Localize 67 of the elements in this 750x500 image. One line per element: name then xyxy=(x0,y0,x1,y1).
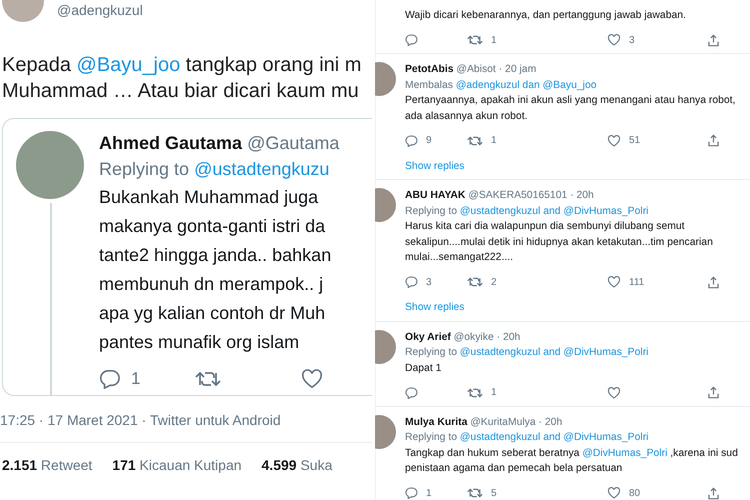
retweet-icon[interactable] xyxy=(467,487,483,500)
like-icon[interactable] xyxy=(607,276,621,288)
reply-text: Pertanyaannya, apakah ini akun asli yang menangani atau hanya robot, xyxy=(405,94,736,108)
retweet-count: 2 xyxy=(491,276,497,290)
retweet-icon[interactable] xyxy=(467,34,483,46)
reply-text: ada alasannya akun robot. xyxy=(405,110,528,124)
like-icon[interactable] xyxy=(607,487,621,500)
quoted-tweet-text: Bukankah Muhammad juga xyxy=(99,186,320,209)
like-icon[interactable] xyxy=(607,34,621,46)
replying-to-text: Replying to @ustadtengkuzu xyxy=(99,158,330,181)
share-icon[interactable] xyxy=(707,134,720,148)
retweet-icon[interactable] xyxy=(467,386,483,399)
replying-to-text: Replying to @ustadtengkuzul and @DivHumas_Polri xyxy=(405,204,650,218)
reply-text: Harus kita cari dia walapunpun dia sembunyi dilubang semut xyxy=(405,220,686,234)
reply-author: Mulya Kurita @KuritaMulya · 20h xyxy=(405,416,564,430)
like-icon[interactable] xyxy=(607,386,621,399)
like-icon[interactable] xyxy=(607,134,621,147)
retweet-count: 1 xyxy=(491,34,497,48)
tweet-stat[interactable]: 4.599 Suka xyxy=(262,457,332,473)
reply-icon[interactable] xyxy=(405,386,418,399)
reply-icon[interactable] xyxy=(405,134,418,147)
reply-count: 3 xyxy=(426,276,432,290)
like-count: 3 xyxy=(629,34,635,48)
reply-author: Oky Arief @okyike · 20h xyxy=(405,330,522,344)
user-handle: @adengkuzul xyxy=(57,2,143,18)
replying-to-text: Membalas @adengkuzul dan @Bayu_joo xyxy=(405,78,598,92)
reply-text: penistaan agama dan pemecah bela persatuan xyxy=(405,462,624,476)
tweet-stat[interactable]: 171 Kicauan Kutipan xyxy=(112,457,242,473)
reply-text: sekalipun....mulai detik ini hidupnya akan ketakutan...tim pencarian xyxy=(405,236,714,250)
quoted-tweet-text: tante2 hingga janda.. bahkan xyxy=(99,244,332,267)
quoted-tweet-text: membunuh dn merampok.. j xyxy=(99,273,324,296)
share-icon[interactable] xyxy=(707,486,720,500)
like-count: 111 xyxy=(629,276,644,290)
reply-icon[interactable] xyxy=(99,369,121,389)
reply-text: mulai...semangat222.... xyxy=(405,251,514,265)
replying-to-text: Replying to @ustadtengkuzul and @DivHumas_Polri xyxy=(405,346,650,360)
reply-author: PetotAbis @Abisot · 20 jam xyxy=(405,63,538,77)
retweet-count: 1 xyxy=(491,386,497,400)
reply-icon[interactable] xyxy=(405,34,418,46)
reply-icon[interactable] xyxy=(405,487,418,500)
quoted-author: Ahmed Gautama @Gautama xyxy=(99,132,340,155)
quoted-tweet-text: apa yg kalian contoh dr Muh xyxy=(99,302,326,325)
reply-count: 1 xyxy=(426,486,432,500)
reply-icon[interactable] xyxy=(405,276,418,288)
tweet-text: Kepada @Bayu_joo tangkap orang ini m xyxy=(2,53,362,78)
reply-count: 1 xyxy=(131,369,140,389)
like-count: 80 xyxy=(629,486,640,500)
reply-author: ABU HAYAK @SAKERA50165101 · 20h xyxy=(405,189,595,203)
retweet-icon[interactable] xyxy=(467,276,483,288)
replying-to-text: Replying to @ustadtengkuzul and @DivHumas_Polri xyxy=(405,431,650,445)
reply-text: Tangkap dan hukum seberat beratnya @DivHumas_Polri ,karena ini sud xyxy=(405,446,739,460)
share-icon[interactable] xyxy=(707,386,720,400)
reply-text: Wajib dicari kebenarannya, dan pertanggung jawab jawaban. xyxy=(405,9,687,23)
tweet-stat[interactable]: 2.151 Retweet xyxy=(2,457,92,473)
tweet-text: Muhammad … Atau biar dicari kaum mu xyxy=(2,79,360,104)
like-count: 51 xyxy=(629,134,640,148)
share-icon[interactable] xyxy=(707,276,720,289)
quoted-tweet-text: pantes munafik org islam xyxy=(99,331,300,354)
reply-count: 9 xyxy=(426,134,432,148)
like-icon[interactable] xyxy=(301,369,323,389)
retweet-icon[interactable] xyxy=(467,134,483,147)
retweet-icon[interactable] xyxy=(195,369,221,389)
retweet-count: 1 xyxy=(491,134,497,148)
retweet-count: 5 xyxy=(491,486,497,500)
share-icon[interactable] xyxy=(707,34,720,47)
reply-text: Dapat 1 xyxy=(405,362,442,376)
quoted-tweet-text: makanya gonta-ganti istri da xyxy=(99,215,326,238)
